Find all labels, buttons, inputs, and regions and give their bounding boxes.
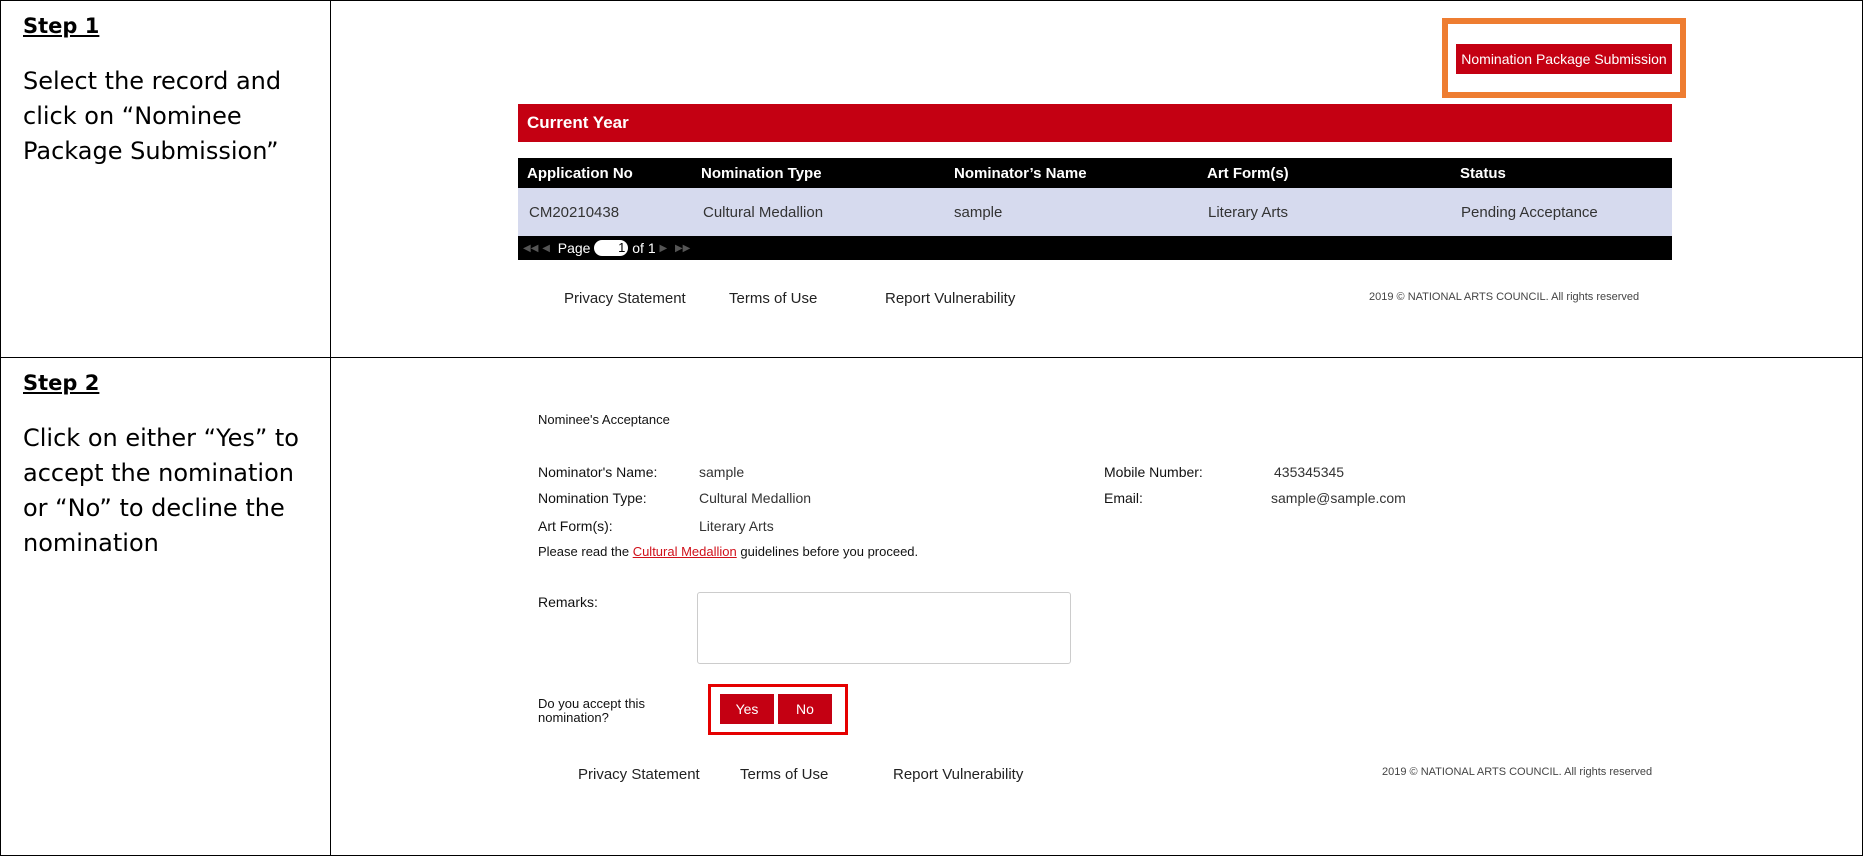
page-label: Page <box>557 240 591 256</box>
page-number-input[interactable]: 1 <box>594 240 629 256</box>
table-row[interactable]: CM20210438 Cultural Medallion sample Lit… <box>518 188 1672 236</box>
email-label: Email: <box>1104 490 1143 506</box>
guidelines-text: Please read the Cultural Medallion guide… <box>538 544 919 559</box>
step1-instruction-cell: Step 1 Select the record and click on “N… <box>0 0 331 358</box>
prev-page-icon[interactable]: ◀ <box>542 243 550 254</box>
footer-report-vulnerability-link[interactable]: Report Vulnerability <box>893 766 1023 783</box>
footer-terms-link[interactable]: Terms of Use <box>729 290 817 307</box>
footer-privacy-link[interactable]: Privacy Statement <box>578 766 700 783</box>
col-nomination-type[interactable]: Nomination Type <box>701 158 822 188</box>
yes-button[interactable]: Yes <box>720 694 774 724</box>
nominator-name-value: sample <box>699 464 745 480</box>
step1-title: Step 1 <box>23 14 100 38</box>
last-page-icon[interactable]: ▶▶ <box>675 243 690 254</box>
cultural-medallion-guidelines-link[interactable]: Cultural Medallion <box>633 544 737 559</box>
current-year-header: Current Year <box>518 104 1672 142</box>
cell-status: Pending Acceptance <box>1461 203 1598 221</box>
email-value: sample@sample.com <box>1271 490 1406 506</box>
footer-report-vulnerability-link[interactable]: Report Vulnerability <box>885 290 1015 307</box>
footer-privacy-link[interactable]: Privacy Statement <box>564 290 686 307</box>
first-page-icon[interactable]: ◀◀ <box>523 243 538 254</box>
col-art-forms[interactable]: Art Form(s) <box>1207 158 1289 188</box>
col-status[interactable]: Status <box>1460 158 1506 188</box>
step2-title: Step 2 <box>23 371 100 395</box>
cell-nomination-type: Cultural Medallion <box>703 203 824 221</box>
table-header: Application No Nomination Type Nominator… <box>518 158 1672 188</box>
remarks-label: Remarks: <box>538 594 598 610</box>
col-nominator-name[interactable]: Nominator’s Name <box>954 158 1087 188</box>
no-button[interactable]: No <box>778 694 832 724</box>
mobile-number-label: Mobile Number: <box>1104 464 1203 480</box>
art-forms-label: Art Form(s): <box>538 518 613 534</box>
step1-instruction: Select the record and click on “Nominee … <box>23 67 282 165</box>
table-pager: ◀◀ ◀ Page 1 of 1 ▶ ▶▶ <box>518 236 1672 260</box>
footer-terms-link[interactable]: Terms of Use <box>740 766 828 783</box>
next-page-icon[interactable]: ▶ <box>660 243 668 254</box>
cell-application-no: CM20210438 <box>529 203 620 221</box>
nominator-name-label: Nominator's Name: <box>538 464 658 480</box>
footer-copyright: 2019 © NATIONAL ARTS COUNCIL. All rights… <box>1382 766 1653 778</box>
footer-copyright: 2019 © NATIONAL ARTS COUNCIL. All rights… <box>1369 291 1640 303</box>
col-application-no[interactable]: Application No <box>527 158 633 188</box>
cell-art-forms: Literary Arts <box>1208 203 1289 221</box>
step2-instruction-cell: Step 2 Click on either “Yes” to accept t… <box>0 357 331 856</box>
art-forms-value: Literary Arts <box>699 518 774 534</box>
accept-question: Do you accept this nomination? <box>538 696 645 725</box>
remarks-textarea[interactable] <box>697 592 1071 664</box>
step2-instruction: Click on either “Yes” to accept the nomi… <box>23 424 299 557</box>
nominee-acceptance-heading: Nominee's Acceptance <box>538 412 670 427</box>
mobile-number-value: 435345345 <box>1274 464 1345 480</box>
page-of-label: of 1 <box>632 240 656 256</box>
nomination-type-label: Nomination Type: <box>538 490 647 506</box>
nomination-package-submission-button[interactable]: Nomination Package Submission <box>1456 44 1672 74</box>
cell-nominator-name: sample <box>954 203 1003 221</box>
nomination-type-value: Cultural Medallion <box>699 490 812 506</box>
